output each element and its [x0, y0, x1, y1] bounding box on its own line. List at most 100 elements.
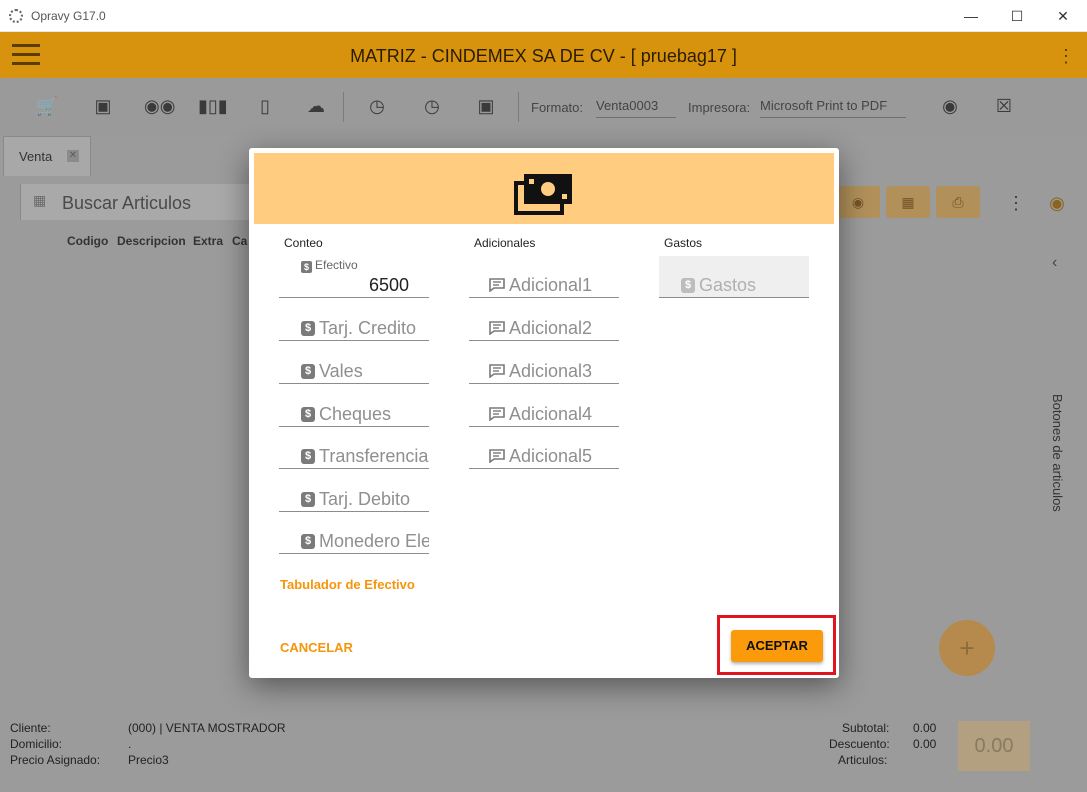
domicilio-label: Domicilio:	[10, 737, 63, 751]
dollar-icon: $	[301, 321, 315, 336]
toolbar-divider	[518, 92, 519, 122]
total-amount: 0.00	[958, 721, 1030, 771]
toolbar: 🛒 ▣ ◉◉ ▮▯▮ ▯ ☁ ◷ ◷ ▣ Formato: Venta0003 …	[0, 78, 1087, 136]
adicional2-placeholder: Adicional2	[509, 318, 593, 338]
tarj-credito-placeholder: Tarj. Credito	[319, 318, 417, 338]
transferencia-field[interactable]: $ Transferencia	[279, 427, 429, 469]
articulos-label: Articulos:	[838, 753, 888, 767]
vales-placeholder: Vales	[319, 361, 363, 381]
print-button[interactable]: ⎙	[936, 186, 980, 218]
dollar-icon: $	[301, 492, 315, 507]
window-title: Opravy G17.0	[31, 9, 106, 23]
phone-icon[interactable]: ▯	[252, 94, 278, 118]
precio-value: Precio3	[128, 753, 169, 767]
tab-label: Venta	[19, 149, 53, 164]
search-input[interactable]: Buscar Articulos	[62, 193, 191, 214]
cheques-placeholder: Cheques	[319, 404, 392, 424]
cancel-button[interactable]: CANCELAR	[280, 640, 353, 655]
chevron-left-icon[interactable]: ‹	[1052, 254, 1057, 272]
transferencia-placeholder: Transferencia	[319, 446, 429, 466]
efectivo-field[interactable]: $ Efectivo 6500	[279, 256, 429, 298]
export-button[interactable]: ▦	[886, 186, 930, 218]
users-icon[interactable]: ◉◉	[144, 94, 175, 118]
clock-search-icon[interactable]: ◷	[419, 94, 445, 118]
close-tab-icon[interactable]: ✕	[67, 150, 79, 162]
tabulador-efectivo-link[interactable]: Tabulador de Efectivo	[280, 577, 415, 592]
cash-icon[interactable]: ▣	[90, 94, 116, 118]
maximize-button[interactable]: ☐	[994, 4, 1040, 28]
subtotal-value: 0.00	[913, 721, 937, 735]
cash-count-dialog: Conteo Adicionales Gastos $ Efectivo 6500…	[249, 148, 839, 678]
window-titlebar: Opravy G17.0 — ☐ ✕	[0, 0, 1087, 32]
close-window-button[interactable]: ✕	[1040, 4, 1086, 28]
money-icon	[514, 174, 572, 215]
adicional1-field[interactable]: Adicional1	[469, 256, 619, 298]
add-fab-button[interactable]: +	[939, 620, 995, 676]
cloud-icon[interactable]: ☁	[303, 94, 329, 118]
toolbar-divider	[343, 92, 344, 122]
search-bar[interactable]: ▦ Buscar Articulos	[20, 184, 260, 220]
more-options-icon[interactable]: ⋮	[1057, 46, 1075, 67]
precio-label: Precio Asignado:	[10, 753, 101, 767]
adicionales-column-title: Adicionales	[474, 236, 536, 250]
cheques-field[interactable]: $ Cheques	[279, 385, 429, 427]
adicional3-placeholder: Adicional3	[509, 361, 593, 381]
barcode-icon[interactable]: ▮▯▮	[198, 94, 228, 118]
app-logo-icon	[9, 9, 23, 23]
adicional5-field[interactable]: Adicional5	[469, 427, 619, 469]
descuento-value: 0.00	[913, 737, 937, 751]
clock-icon[interactable]: ◷	[364, 94, 390, 118]
tab-venta[interactable]: Venta ✕	[3, 136, 91, 176]
minimize-button[interactable]: —	[948, 4, 994, 28]
dollar-icon: $	[301, 407, 315, 422]
cliente-label: Cliente:	[10, 721, 51, 735]
tarj-debito-placeholder: Tarj. Debito	[319, 489, 411, 509]
impresora-label: Impresora:	[688, 100, 751, 115]
monedero-field[interactable]: $ Monedero Electronico	[279, 512, 429, 554]
cliente-value: (000) | VENTA MOSTRADOR	[128, 721, 286, 735]
cart-icon[interactable]: 🛒	[34, 94, 60, 118]
close-sale-icon[interactable]: ☒	[991, 94, 1017, 118]
column-header: Codigo	[67, 234, 109, 248]
tarj-debito-field[interactable]: $ Tarj. Debito	[279, 470, 429, 512]
adicional5-placeholder: Adicional5	[509, 446, 593, 466]
gastos-placeholder: Gastos	[699, 275, 757, 295]
dollar-icon: $	[301, 449, 315, 464]
comment-icon	[489, 278, 505, 292]
descuento-label: Descuento:	[829, 737, 890, 751]
efectivo-floating-label: $ Efectivo	[301, 258, 358, 273]
barcode-scan-icon: ▦	[33, 192, 47, 208]
comment-icon	[489, 449, 505, 463]
adicional4-field[interactable]: Adicional4	[469, 385, 619, 427]
efectivo-value[interactable]: 6500	[369, 275, 409, 296]
column-header: Descripcion	[117, 234, 186, 248]
adicional2-field[interactable]: Adicional2	[469, 299, 619, 341]
more-options-icon[interactable]: ⋮	[1003, 191, 1029, 215]
adicional1-placeholder: Adicional1	[509, 275, 593, 295]
status-indicator-icon: ◉	[1049, 193, 1065, 213]
gastos-column-title: Gastos	[664, 236, 703, 250]
app-header: MATRIZ - CINDEMEX SA DE CV - [ pruebag17…	[0, 32, 1087, 78]
money-icon[interactable]: ▣	[473, 94, 499, 118]
assign-customer-button[interactable]: ◉	[836, 186, 880, 218]
efectivo-label: Efectivo	[315, 258, 358, 272]
adicional3-field[interactable]: Adicional3	[469, 342, 619, 384]
impresora-select[interactable]: Microsoft Print to PDF	[760, 98, 906, 118]
dollar-icon: $	[681, 278, 695, 293]
comment-icon	[489, 321, 505, 335]
monedero-placeholder: Monedero Electronico	[319, 531, 429, 551]
side-panel-label[interactable]: Botones de articulos	[1050, 394, 1065, 512]
dialog-header	[254, 153, 834, 224]
formato-select[interactable]: Venta0003	[596, 98, 676, 118]
adicional4-placeholder: Adicional4	[509, 404, 593, 424]
vales-field[interactable]: $ Vales	[279, 342, 429, 384]
column-header: Ca	[232, 234, 248, 248]
domicilio-value: .	[128, 737, 132, 751]
dollar-icon: $	[301, 364, 315, 379]
app-title: MATRIZ - CINDEMEX SA DE CV - [ pruebag17…	[350, 46, 737, 66]
tarj-credito-field[interactable]: $ Tarj. Credito	[279, 299, 429, 341]
user-transfer-icon[interactable]: ◉	[937, 94, 963, 118]
formato-label: Formato:	[531, 100, 584, 115]
gastos-field: $ Gastos	[659, 256, 809, 298]
subtotal-label: Subtotal:	[842, 721, 890, 735]
